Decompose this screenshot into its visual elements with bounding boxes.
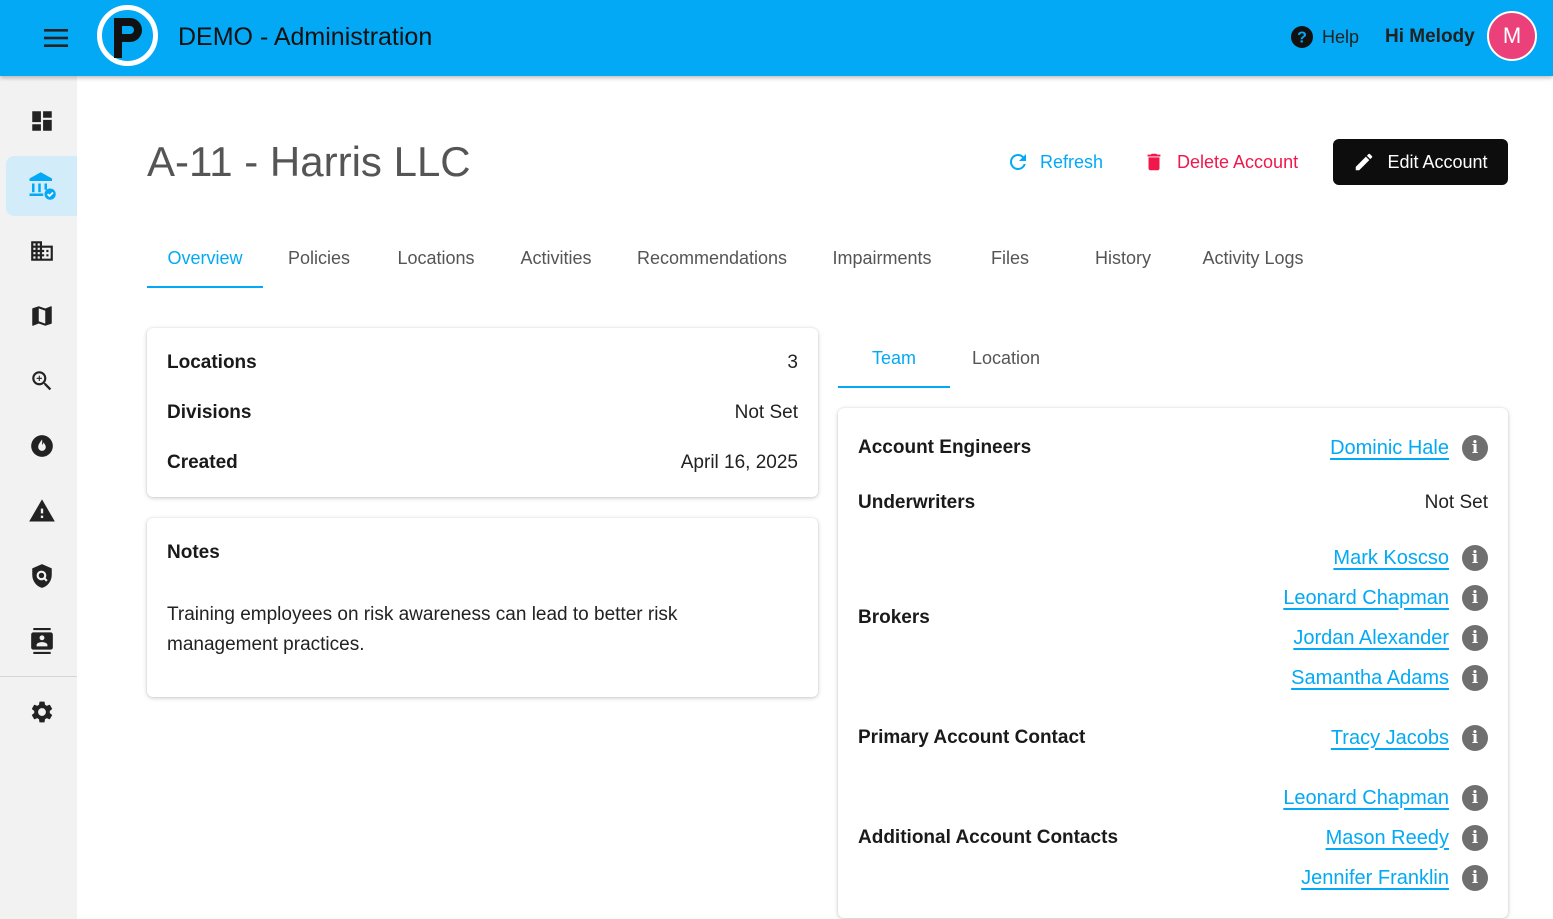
summary-value-divisions: Not Set [734,402,798,423]
info-icon[interactable]: i [1462,435,1488,461]
top-app-bar: DEMO - Administration ? Help Hi Melody M [0,0,1553,76]
edit-account-button[interactable]: Edit Account [1333,139,1508,185]
info-icon[interactable]: i [1462,825,1488,851]
person-link[interactable]: Jordan Alexander [1293,627,1449,650]
info-icon[interactable]: i [1462,625,1488,651]
help-button[interactable]: ? Help [1290,22,1359,52]
sidebar-item-alerts[interactable] [6,481,77,541]
accounts-bank-icon [29,172,56,200]
refresh-button[interactable]: Refresh [1006,146,1103,178]
subtab-location[interactable]: Location [958,338,1054,388]
summary-label-locations: Locations [167,352,257,373]
delete-label: Delete Account [1177,151,1299,172]
summary-label-divisions: Divisions [167,402,252,423]
account-engineers-label: Account Engineers [858,437,1032,458]
additional-contact-entry: Leonard Chapman i [1283,783,1488,813]
person-link[interactable]: Mark Koscso [1333,547,1449,570]
primary-contact-label: Primary Account Contact [858,727,1086,748]
tab-locations[interactable]: Locations [383,238,489,288]
broker-entry: Samantha Adams i [1291,663,1488,693]
info-icon[interactable]: i [1462,585,1488,611]
sidebar-item-dashboard[interactable] [6,91,77,151]
tab-history[interactable]: History [1077,238,1169,288]
tab-impairments[interactable]: Impairments [821,238,943,288]
broker-entry: Jordan Alexander i [1293,623,1488,653]
tab-activity-logs[interactable]: Activity Logs [1191,238,1315,288]
info-icon[interactable]: i [1462,725,1488,751]
pencil-icon [1356,153,1373,171]
search-zoom-icon [31,371,51,391]
tab-recommendations[interactable]: Recommendations [625,238,799,288]
menu-icon[interactable] [34,18,78,58]
sidebar-item-map[interactable] [6,286,77,346]
tab-policies[interactable]: Policies [271,238,367,288]
warning-icon [28,499,55,522]
sidebar-item-hazards[interactable] [6,416,77,476]
additional-contact-entry: Jennifer Franklin i [1301,863,1488,893]
summary-value-locations: 3 [787,352,798,373]
info-icon[interactable]: i [1462,665,1488,691]
info-icon[interactable]: i [1462,785,1488,811]
notes-text: Training employees on risk awareness can… [167,604,678,655]
person-link[interactable]: Leonard Chapman [1283,587,1449,610]
sidebar-item-inspections[interactable] [6,351,77,411]
delete-account-button[interactable]: Delete Account [1143,146,1298,178]
summary-label-created: Created [167,452,238,473]
sidebar-item-locations[interactable] [6,221,77,281]
sidebar-nav [0,76,77,919]
sidebar-item-accounts[interactable] [6,156,77,216]
tab-files[interactable]: Files [967,238,1053,288]
trash-icon [1147,153,1161,171]
help-label: Help [1322,26,1360,47]
edit-label: Edit Account [1387,151,1488,172]
person-link[interactable]: Mason Reedy [1326,827,1449,850]
subtab-team[interactable]: Team [838,338,950,388]
fire-icon [30,435,53,457]
info-icon[interactable]: i [1462,545,1488,571]
underwriters-entry: Not Set [1425,488,1488,518]
summary-value-created: April 16, 2025 [680,452,798,473]
brokers-label: Brokers [858,607,930,628]
additional-contacts-label: Additional Account Contacts [858,827,1119,848]
person-link[interactable]: Leonard Chapman [1283,787,1449,810]
help-icon: ? [1291,26,1313,48]
sidebar-divider [0,676,77,677]
underwriters-label: Underwriters [858,492,976,513]
summary-card: Locations 3 Divisions Not Set Created Ap… [147,328,818,497]
person-link[interactable]: Jennifer Franklin [1301,867,1449,890]
refresh-label: Refresh [1040,151,1104,172]
app-logo[interactable] [96,4,159,67]
refresh-icon [1010,154,1026,170]
map-icon [31,306,52,326]
user-avatar[interactable]: M [1487,11,1537,61]
notes-card: Notes Training employees on risk awarene… [147,518,818,697]
team-card: Account Engineers Dominic Hale i Underwr… [838,408,1508,918]
person-link[interactable]: Samantha Adams [1291,667,1449,690]
broker-entry: Leonard Chapman i [1283,583,1488,613]
notes-title: Notes [167,542,220,563]
info-icon[interactable]: i [1462,865,1488,891]
settings-gear-icon [31,701,52,723]
page-title: A-11 - Harris LLC [147,138,471,185]
buildings-icon [30,241,53,261]
sidebar-item-risk[interactable] [6,546,77,606]
account-engineer-entry: Dominic Hale i [1330,433,1488,463]
tab-activities[interactable]: Activities [503,238,609,288]
underwriters-value: Not Set [1424,492,1488,513]
additional-contact-entry: Mason Reedy i [1326,823,1488,853]
tab-overview[interactable]: Overview [147,238,263,288]
person-link[interactable]: Dominic Hale [1330,437,1449,460]
sidebar-item-settings[interactable] [6,682,77,742]
broker-entry: Mark Koscso i [1333,543,1488,573]
shield-search-icon [31,564,52,588]
contacts-icon [30,628,53,654]
primary-contact-entry: Tracy Jacobs i [1331,723,1488,753]
user-greeting: Hi Melody [1385,26,1475,47]
sidebar-item-contacts[interactable] [6,611,77,671]
person-link[interactable]: Tracy Jacobs [1331,727,1449,750]
svg-text:?: ? [1297,30,1307,47]
dashboard-icon [31,111,52,131]
app-title: DEMO - Administration [178,23,433,51]
